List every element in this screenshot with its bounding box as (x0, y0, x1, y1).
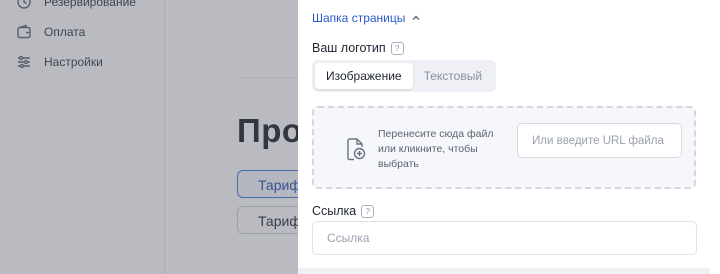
file-dropzone[interactable]: Перенесите сюда файл или кликните, чтобы… (312, 106, 696, 189)
section-header-toggle[interactable]: Шапка страницы (312, 11, 421, 25)
drawer-scrollbar[interactable] (710, 0, 720, 274)
dropzone-instructions: Перенесите сюда файл или кликните, чтобы… (378, 128, 494, 170)
toggle-image-button[interactable]: Изображение (315, 63, 413, 89)
drawer-footer-edge (298, 268, 710, 274)
link-input[interactable] (312, 221, 697, 255)
help-icon[interactable]: ? (361, 204, 375, 218)
help-icon[interactable]: ? (390, 41, 404, 55)
chevron-up-icon (412, 15, 420, 20)
logo-type-toggle: Изображение Текстовый (312, 60, 496, 92)
toggle-text-button[interactable]: Текстовый (413, 63, 493, 89)
logo-field-label: Ваш логотип ? (312, 41, 404, 55)
settings-drawer: Шапка страницы Ваш логотип ? Изображение… (298, 0, 720, 274)
logo-label-text: Ваш логотип (312, 41, 386, 55)
file-url-input[interactable] (517, 123, 682, 158)
file-add-icon (347, 138, 366, 161)
section-title: Шапка страницы (312, 11, 406, 25)
link-label-text: Ссылка (312, 204, 357, 218)
link-field-label: Ссылка ? (312, 204, 375, 218)
drawer-panel: Шапка страницы Ваш логотип ? Изображение… (298, 0, 710, 268)
